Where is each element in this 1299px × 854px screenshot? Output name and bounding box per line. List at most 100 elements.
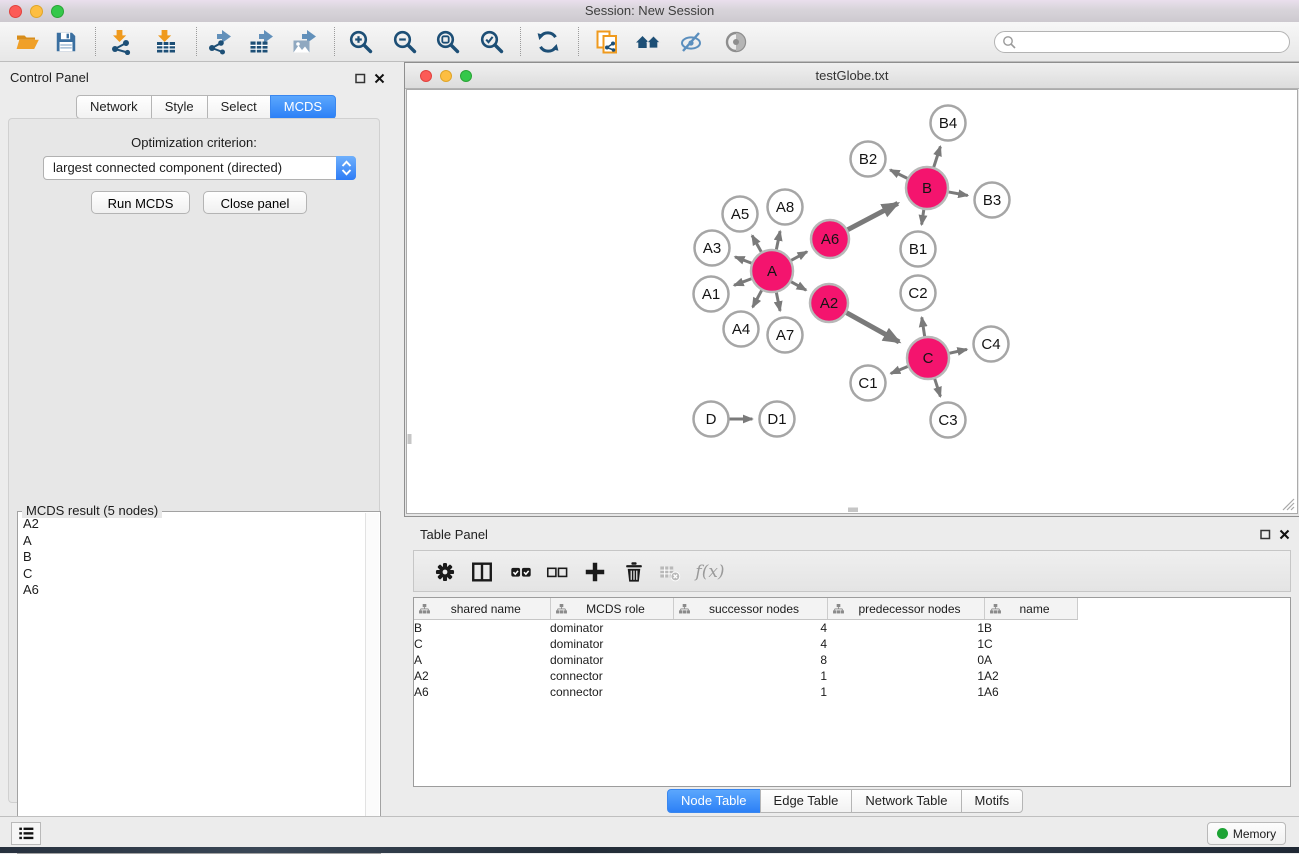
tab-edge-table[interactable]: Edge Table bbox=[760, 789, 853, 813]
node-B1[interactable]: B1 bbox=[901, 232, 936, 267]
edge-C-C2[interactable] bbox=[922, 317, 925, 337]
column-header[interactable]: MCDS role bbox=[550, 598, 673, 620]
float-table-panel-icon[interactable] bbox=[1259, 528, 1272, 541]
zoom-selected-icon[interactable] bbox=[474, 25, 510, 59]
edge-C-C4[interactable] bbox=[948, 349, 966, 353]
edge-A-A5[interactable] bbox=[752, 236, 762, 253]
tab-network[interactable]: Network bbox=[76, 95, 152, 119]
node-C[interactable]: C bbox=[907, 337, 949, 379]
edge-C-C3[interactable] bbox=[934, 378, 940, 397]
table-row[interactable]: Adominator80A bbox=[414, 652, 1290, 668]
table-cell[interactable]: A2 bbox=[984, 668, 1077, 684]
delete-table-icon[interactable] bbox=[654, 556, 686, 588]
run-mcds-button[interactable]: Run MCDS bbox=[91, 191, 190, 214]
node-B[interactable]: B bbox=[906, 167, 948, 209]
column-header[interactable]: predecessor nodes bbox=[827, 598, 984, 620]
node-D[interactable]: D bbox=[694, 402, 729, 437]
result-item[interactable]: A6 bbox=[23, 582, 365, 599]
delete-column-trash-icon[interactable] bbox=[618, 556, 650, 588]
table-cell[interactable]: 1 bbox=[827, 684, 984, 700]
export-network-icon[interactable] bbox=[201, 25, 237, 59]
edge-A-A6[interactable] bbox=[790, 252, 807, 261]
float-panel-icon[interactable] bbox=[354, 72, 367, 85]
edge-A6-B[interactable] bbox=[847, 203, 898, 230]
node-B3[interactable]: B3 bbox=[975, 183, 1010, 218]
table-cell[interactable]: dominator bbox=[550, 652, 673, 668]
node-C3[interactable]: C3 bbox=[931, 403, 966, 438]
close-table-panel-icon[interactable] bbox=[1278, 528, 1291, 541]
table-cell[interactable]: B bbox=[984, 620, 1077, 637]
column-header[interactable]: name bbox=[984, 598, 1077, 620]
horizontal-scrollbar-thumb[interactable] bbox=[848, 508, 858, 513]
node-C2[interactable]: C2 bbox=[901, 276, 936, 311]
open-file-icon[interactable] bbox=[10, 25, 46, 59]
zoom-out-icon[interactable] bbox=[387, 25, 423, 59]
search-field[interactable] bbox=[994, 31, 1290, 53]
criterion-select[interactable]: largest connected component (directed) bbox=[43, 156, 356, 180]
node-A4[interactable]: A4 bbox=[724, 312, 759, 347]
edge-A2-C[interactable] bbox=[846, 312, 900, 342]
table-row[interactable]: A2connector11A2 bbox=[414, 668, 1290, 684]
refresh-layout-icon[interactable] bbox=[530, 25, 566, 59]
table-cell[interactable]: dominator bbox=[550, 636, 673, 652]
resize-grip-icon[interactable] bbox=[1283, 499, 1294, 510]
edge-B-B2[interactable] bbox=[890, 170, 908, 179]
table-cell[interactable]: connector bbox=[550, 684, 673, 700]
result-item[interactable]: B bbox=[23, 549, 365, 566]
table-cell[interactable]: 1 bbox=[673, 668, 827, 684]
close-panel-icon[interactable] bbox=[373, 72, 386, 85]
table-cell[interactable]: C bbox=[984, 636, 1077, 652]
node-A6[interactable]: A6 bbox=[811, 220, 849, 258]
column-header[interactable]: successor nodes bbox=[673, 598, 827, 620]
import-table-icon[interactable] bbox=[148, 25, 184, 59]
hide-details-eye-slash-icon[interactable] bbox=[673, 25, 709, 59]
zoom-in-icon[interactable] bbox=[343, 25, 379, 59]
result-scrollbar[interactable] bbox=[365, 513, 379, 852]
save-session-icon[interactable] bbox=[48, 25, 84, 59]
table-cell[interactable]: 1 bbox=[827, 668, 984, 684]
memory-button[interactable]: Memory bbox=[1207, 822, 1286, 845]
duplicate-network-icon[interactable] bbox=[589, 25, 625, 59]
table-cell[interactable]: dominator bbox=[550, 620, 673, 637]
node-A5[interactable]: A5 bbox=[723, 197, 758, 232]
edge-B-B4[interactable] bbox=[933, 147, 940, 169]
function-builder-icon[interactable]: f(x) bbox=[688, 556, 732, 588]
node-A3[interactable]: A3 bbox=[695, 231, 730, 266]
table-cell[interactable]: A bbox=[984, 652, 1077, 668]
table-cell[interactable]: 4 bbox=[673, 620, 827, 637]
result-item[interactable]: C bbox=[23, 566, 365, 583]
table-cell[interactable]: A6 bbox=[414, 684, 550, 700]
edge-A-A7[interactable] bbox=[776, 292, 780, 311]
close-panel-button[interactable]: Close panel bbox=[203, 191, 307, 214]
add-column-icon[interactable] bbox=[579, 556, 611, 588]
network-window-titlebar[interactable]: testGlobe.txt bbox=[405, 63, 1299, 89]
node-A7[interactable]: A7 bbox=[768, 318, 803, 353]
search-input[interactable] bbox=[1021, 33, 1285, 53]
network-graph[interactable]: B4B2BB3A8A5A6A3B1AA1C2A2A4A7C4CC1DD1C3 bbox=[407, 90, 1297, 513]
tab-node-table[interactable]: Node Table bbox=[667, 789, 761, 813]
node-table[interactable]: shared nameMCDS rolesuccessor nodesprede… bbox=[413, 597, 1291, 787]
show-details-eye-icon[interactable] bbox=[718, 25, 754, 59]
tab-style[interactable]: Style bbox=[151, 95, 208, 119]
table-cell[interactable]: A2 bbox=[414, 668, 550, 684]
table-cell[interactable]: 8 bbox=[673, 652, 827, 668]
table-row[interactable]: Cdominator41C bbox=[414, 636, 1290, 652]
task-history-button[interactable] bbox=[11, 822, 41, 845]
edge-B-B3[interactable] bbox=[948, 192, 968, 196]
edge-A-A4[interactable] bbox=[753, 290, 762, 308]
table-cell[interactable]: 1 bbox=[827, 620, 984, 637]
table-cell[interactable]: 4 bbox=[673, 636, 827, 652]
show-hide-columns-icon[interactable] bbox=[466, 556, 498, 588]
column-settings-gear-icon[interactable] bbox=[429, 556, 461, 588]
mcds-result-list[interactable]: A2ABCA6 bbox=[19, 514, 365, 852]
home-icon[interactable] bbox=[630, 25, 666, 59]
table-row[interactable]: Bdominator41B bbox=[414, 620, 1290, 637]
tab-select[interactable]: Select bbox=[207, 95, 271, 119]
zoom-fit-icon[interactable] bbox=[430, 25, 466, 59]
result-item[interactable]: A2 bbox=[23, 516, 365, 533]
export-image-icon[interactable] bbox=[286, 25, 322, 59]
table-cell[interactable]: 1 bbox=[827, 636, 984, 652]
table-cell[interactable]: connector bbox=[550, 668, 673, 684]
node-C4[interactable]: C4 bbox=[974, 327, 1009, 362]
column-header[interactable]: shared name bbox=[414, 598, 550, 620]
